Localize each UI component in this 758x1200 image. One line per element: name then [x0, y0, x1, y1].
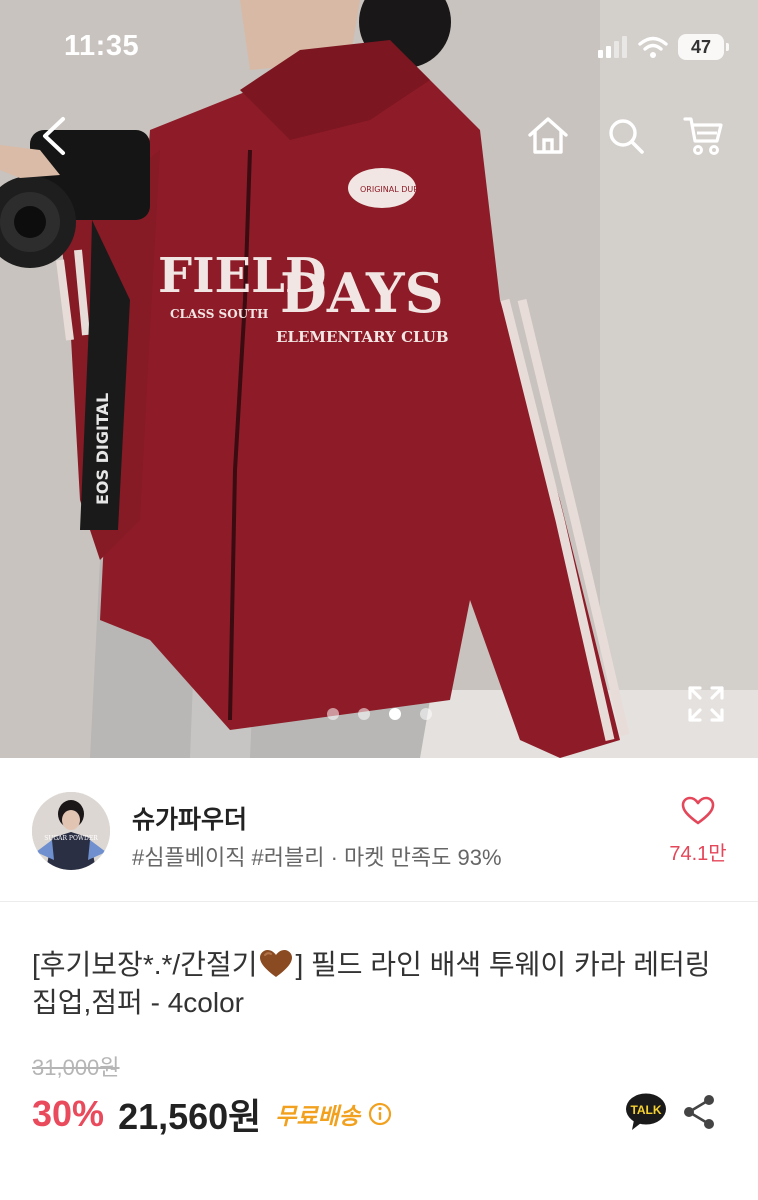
product-title: [후기보장*.*/간절기] 필드 라인 배색 투웨이 카라 레터링 집업,점퍼 …: [32, 946, 732, 1022]
home-icon: [528, 117, 568, 154]
seller-tags: #심플베이직 #러블리 · 마켓 만족도 93%: [132, 845, 502, 870]
cart-button[interactable]: [678, 110, 730, 162]
carousel-pagination: [0, 708, 758, 720]
jacket-letter-left: FIELD: [158, 248, 327, 304]
status-time: 11:35: [64, 30, 140, 62]
like-button[interactable]: 74.1만: [660, 796, 736, 866]
battery-level: 47: [690, 36, 712, 57]
like-count: 74.1만: [669, 843, 727, 865]
search-icon: [609, 119, 644, 154]
status-icons: 47: [598, 34, 729, 60]
svg-text:TALK: TALK: [630, 1103, 661, 1117]
carousel-dot[interactable]: [419, 708, 432, 720]
search-button[interactable]: [600, 110, 652, 162]
back-button[interactable]: [28, 110, 80, 162]
cart-icon: [683, 117, 723, 155]
price-row: 30% 21,560원 무료배송: [32, 1088, 392, 1140]
seller-name[interactable]: 슈가파우더: [132, 800, 247, 836]
original-price: 31,000원: [32, 1055, 120, 1080]
battery-icon: 47: [678, 34, 729, 60]
product-image-carousel[interactable]: DAYS ELEMENTARY CLUB FIELD CLASS SOUTH O…: [0, 0, 758, 758]
product-info: [후기보장*.*/간절기] 필드 라인 배색 투웨이 카라 레터링 집업,점퍼 …: [0, 902, 758, 1200]
sale-price: 21,560원: [118, 1096, 262, 1137]
product-title-part1: [후기보장*.*/간절기: [32, 949, 258, 980]
svg-text:ORIGINAL DURABLE: ORIGINAL DURABLE: [360, 185, 439, 194]
carousel-dot[interactable]: [357, 708, 370, 720]
top-nav: [0, 100, 758, 170]
status-bar: 11:35 47: [0, 0, 758, 96]
svg-text:CLASS SOUTH: CLASS SOUTH: [170, 307, 268, 321]
free-shipping-badge: 무료배송: [275, 1103, 360, 1129]
heart-icon: [681, 796, 715, 825]
carousel-dot-active[interactable]: [388, 708, 401, 720]
home-button[interactable]: [522, 110, 574, 162]
share-button[interactable]: [682, 1092, 716, 1132]
carousel-dot[interactable]: [326, 708, 339, 720]
share-icon: [684, 1095, 714, 1129]
discount-rate: 30%: [32, 1093, 105, 1134]
expand-icon[interactable]: [686, 684, 726, 724]
avatar-image: SUGAR POWDER: [32, 792, 110, 870]
svg-text:SUGAR POWDER: SUGAR POWDER: [44, 835, 98, 842]
seller-section[interactable]: SUGAR POWDER 슈가파우더 #심플베이직 #러블리 · 마켓 만족도 …: [0, 758, 758, 902]
svg-text:ELEMENTARY CLUB: ELEMENTARY CLUB: [276, 328, 449, 346]
info-icon[interactable]: [368, 1102, 392, 1126]
chevron-left-icon: [43, 117, 65, 155]
talk-button[interactable]: TALK: [624, 1092, 668, 1132]
kakao-talk-icon: TALK: [626, 1093, 666, 1130]
signal-icon: [598, 36, 627, 58]
brown-heart-emoji-icon: [260, 950, 293, 977]
svg-text:EOS DIGITAL: EOS DIGITAL: [93, 393, 112, 505]
wifi-icon: [638, 36, 668, 58]
seller-avatar[interactable]: SUGAR POWDER: [32, 792, 110, 870]
